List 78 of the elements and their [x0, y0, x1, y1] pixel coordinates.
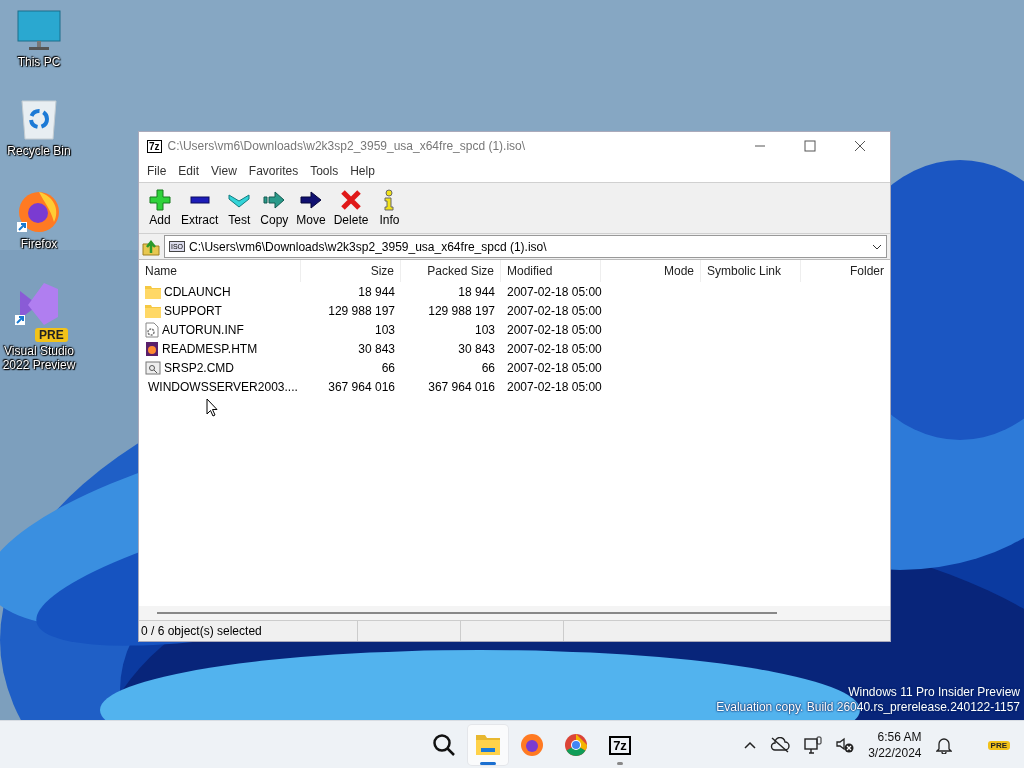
table-cell-text: 2007-02-18 05:00: [506, 303, 601, 318]
toolbar-button[interactable]: Add: [143, 187, 177, 229]
toolbar-button[interactable]: Copy: [256, 187, 293, 229]
table-cell-text: 129 988 197: [427, 303, 496, 318]
table-cell-text: 18 944: [457, 284, 496, 299]
file-name[interactable]: AUTORUN.INF: [162, 322, 244, 337]
column-header[interactable]: Folder: [801, 260, 890, 282]
file-name[interactable]: READMESP.HTM: [162, 341, 258, 356]
chevron-up-icon[interactable]: [744, 741, 757, 749]
folder-icon: [145, 303, 161, 318]
column-header[interactable]: Packed Size: [401, 260, 501, 282]
build-info-text: Windows 11 Pro Insider Preview: [848, 685, 1020, 700]
close-icon[interactable]: [854, 140, 866, 152]
table-cell-text: 2007-02-18 05:00: [506, 379, 601, 394]
table-cell-text: 2007-02-18 05:00: [506, 284, 601, 299]
table-cell-text: 129 988 197: [327, 303, 396, 318]
table-cell-text: 66: [480, 360, 496, 375]
menu-item[interactable]: Favorites: [242, 164, 305, 178]
window-title: C:\Users\vm6\Downloads\w2k3sp2_3959_usa_x64fre_spcd (1).iso\: [167, 139, 526, 153]
table-cell-text: 2007-02-18 05:00: [506, 322, 601, 337]
mouse-pointer-icon: [206, 398, 218, 417]
table-cell-text: 66: [380, 360, 396, 375]
table-cell-text: 367 964 016: [327, 379, 396, 394]
maximize-icon[interactable]: [804, 140, 816, 152]
menu-item[interactable]: File: [141, 164, 173, 178]
clock-date[interactable]: 3/22/2024: [868, 745, 922, 761]
bell-icon[interactable]: [935, 736, 952, 754]
preview-badge: PRE: [35, 328, 68, 342]
plus-icon: [149, 189, 171, 211]
table-cell-text: 103: [473, 322, 496, 337]
network-icon[interactable]: [804, 736, 823, 754]
toolbar-button[interactable]: Move: [292, 187, 330, 229]
clock-time[interactable]: 6:56 AM: [877, 729, 922, 745]
dropdown-caret-icon[interactable]: [872, 243, 882, 250]
toolbar-button[interactable]: Info: [372, 187, 407, 229]
file-name[interactable]: CDLAUNCH: [164, 284, 231, 299]
search-icon: [432, 733, 456, 757]
monitor-icon[interactable]: [17, 10, 61, 52]
gear-file-icon: [145, 321, 159, 338]
menu-item[interactable]: Help: [344, 164, 381, 178]
table-cell-text: 30 843: [357, 341, 396, 356]
menu-item[interactable]: Edit: [172, 164, 206, 178]
column-header[interactable]: Name: [139, 260, 301, 282]
taskbar-button[interactable]: 7z: [600, 725, 640, 765]
file-name[interactable]: SRSP2.CMD: [164, 360, 234, 375]
cloud-off-icon[interactable]: [770, 737, 791, 753]
script-file-icon: [145, 360, 161, 375]
column-header[interactable]: Size: [301, 260, 401, 282]
table-cell-text: 2007-02-18 05:00: [506, 360, 601, 375]
app-icon: 7z: [147, 139, 162, 153]
table-cell-text: 367 964 016: [427, 379, 496, 394]
arrow-icon: [300, 189, 323, 211]
scrollbar-thumb[interactable]: [157, 612, 777, 614]
toolbar-button[interactable]: Test: [222, 187, 257, 229]
menu-item[interactable]: View: [205, 164, 243, 178]
chrome-icon: [564, 733, 588, 757]
status-text: 0 / 6 object(s) selected: [139, 621, 358, 641]
file-name[interactable]: SUPPORT: [164, 303, 222, 318]
toolbar-button[interactable]: Delete: [329, 187, 373, 229]
folder-icon: [475, 734, 501, 756]
firefox-icon: [520, 733, 544, 757]
double-arrow-icon: [263, 189, 286, 211]
column-header[interactable]: Mode: [601, 260, 701, 282]
cross-icon: [340, 189, 363, 211]
menu-item[interactable]: Tools: [304, 164, 345, 178]
volume-muted-icon[interactable]: [836, 737, 855, 753]
file-name[interactable]: WINDOWSSERVER2003....: [148, 379, 298, 394]
folder-icon: [145, 284, 161, 299]
table-cell-text: 30 843: [457, 341, 496, 356]
table-cell-text: 103: [373, 322, 396, 337]
column-header[interactable]: Symbolic Link: [701, 260, 801, 282]
table-cell-text: 18 944: [357, 284, 396, 299]
column-header[interactable]: Modified: [501, 260, 601, 282]
toolbar-button[interactable]: Extract: [177, 187, 223, 229]
preview-badge: PRE: [987, 740, 1010, 750]
table-cell-text: 2007-02-18 05:00: [506, 341, 601, 356]
web-file-icon: [145, 340, 159, 357]
recycle-bin-icon[interactable]: [20, 99, 58, 141]
